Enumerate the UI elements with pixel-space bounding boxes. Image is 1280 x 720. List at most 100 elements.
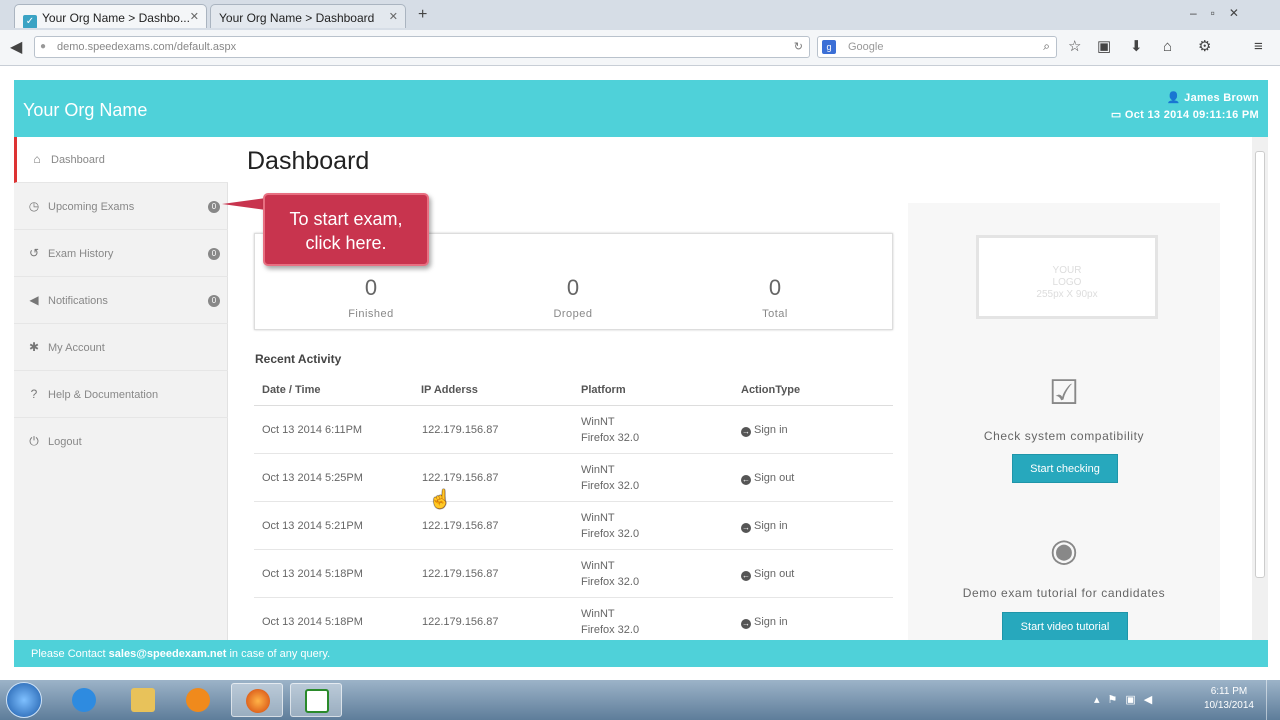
sidebar-item-label: Help & Documentation (48, 389, 159, 401)
stat-droped-label: Droped (553, 308, 593, 320)
row-action: → Sign in (741, 616, 788, 629)
page-title: Dashboard (247, 147, 370, 175)
page-scrollbar[interactable] (1252, 137, 1268, 640)
row-ip: 122.179.156.87 (422, 472, 499, 484)
bookmarks-list-icon[interactable]: ▣ (1097, 38, 1111, 56)
close-tab-icon[interactable]: ✕ (190, 10, 199, 23)
check-compatibility-text: Check system compatibility (983, 429, 1145, 443)
signin-icon: → (741, 427, 751, 437)
reload-icon[interactable]: ↻ (794, 40, 803, 53)
camtasia-icon (305, 689, 329, 713)
google-icon: g (822, 40, 836, 54)
logo-text-line: 255px X 90px (1036, 289, 1098, 300)
sidebar-item-help[interactable]: ? Help & Documentation (14, 372, 228, 418)
scrollbar-thumb[interactable] (1255, 151, 1265, 578)
row-datetime: Oct 13 2014 5:25PM (262, 472, 363, 484)
logo-text-line: YOUR (1052, 265, 1082, 276)
start-button-icon[interactable] (6, 682, 42, 718)
browser-tab-active[interactable]: ✓ Your Org Name > Dashbo... ✕ (14, 4, 207, 28)
sidebar-item-my-account[interactable]: ✱ My Account (14, 325, 228, 371)
bookmark-star-icon[interactable]: ☆ (1068, 38, 1081, 56)
sidebar-item-label: Notifications (48, 295, 108, 307)
taskbar-camtasia[interactable] (290, 683, 342, 717)
row-os: WinNT (581, 608, 615, 620)
firefox-icon (246, 689, 270, 713)
history-icon: ↺ (28, 246, 40, 260)
calendar-icon: ▭ (1110, 109, 1125, 121)
home-icon: ⌂ (33, 152, 41, 166)
sidebar-item-dashboard[interactable]: ⌂ Dashboard (14, 137, 228, 183)
media-player-icon (186, 688, 210, 712)
row-os: WinNT (581, 416, 615, 428)
footer-suffix: in case of any query. (229, 648, 331, 660)
sidebar-item-label: My Account (48, 342, 105, 354)
count-badge: 0 (208, 201, 220, 213)
footer: Please Contact sales@speedexam.net in ca… (14, 640, 1268, 667)
right-panel: YOUR LOGO 255px X 90px ☑ Check system co… (908, 203, 1220, 640)
row-platform: WinNT Firefox 32.0 (581, 462, 639, 494)
count-badge: 0 (208, 295, 220, 307)
row-action-text: Sign out (754, 568, 795, 580)
user-icon: 👤 (1166, 92, 1185, 104)
sidebar-item-upcoming-exams[interactable]: ◷ Upcoming Exams 0 (14, 184, 228, 230)
browser-tab[interactable]: Your Org Name > Dashboard ✕ (210, 4, 406, 28)
stat-droped-value: 0 (566, 275, 580, 300)
home-icon[interactable]: ⌂ (1163, 38, 1172, 56)
user-name[interactable]: 👤 James Brown (1167, 91, 1259, 104)
signin-icon: → (741, 619, 751, 629)
back-arrow-icon[interactable]: ◀ (10, 37, 22, 57)
globe-icon: ● (40, 41, 47, 52)
footer-email-link[interactable]: sales@speedexam.net (109, 648, 227, 660)
show-desktop-button[interactable] (1266, 680, 1280, 720)
row-browser: Firefox 32.0 (581, 432, 640, 444)
table-row: Oct 13 2014 5:21PM 122.179.156.87 WinNT F… (254, 502, 893, 550)
new-tab-button[interactable]: + (418, 6, 427, 24)
table-row: Oct 13 2014 5:18PM 122.179.156.87 WinNT F… (254, 550, 893, 598)
start-video-tutorial-button[interactable]: Start video tutorial (1002, 612, 1128, 640)
column-header-ip: IP Adderss (421, 384, 478, 396)
ie-icon (72, 688, 96, 712)
window-controls[interactable]: –▫✕ (1190, 6, 1253, 20)
column-header-datetime: Date / Time (262, 384, 321, 396)
download-icon[interactable]: ⬇ (1130, 38, 1143, 56)
row-action: ← Sign out (741, 568, 794, 581)
sidebar-item-label: Logout (48, 436, 82, 448)
table-row: Oct 13 2014 5:18PM 122.179.156.87 WinNT F… (254, 598, 893, 640)
taskbar-ie[interactable] (58, 683, 110, 717)
close-tab-icon[interactable]: ✕ (389, 10, 398, 23)
row-datetime: Oct 13 2014 5:21PM (262, 520, 363, 532)
sidebar-item-label: Exam History (48, 248, 114, 260)
taskbar-clock[interactable]: 6:11 PM 10/13/2014 (1204, 685, 1254, 713)
count-badge: 0 (208, 248, 220, 260)
row-browser: Firefox 32.0 (581, 576, 640, 588)
gear-icon: ✱ (28, 340, 40, 354)
checkbox-check-icon: ☑ (1048, 374, 1080, 412)
clock-time: 6:11 PM (1210, 686, 1248, 697)
column-header-platform: Platform (581, 384, 626, 396)
search-icon[interactable]: ⌕ (1043, 39, 1050, 54)
sidebar-item-logout[interactable]: ⏻ Logout (14, 419, 228, 465)
org-logo-placeholder: YOUR LOGO 255px X 90px (976, 235, 1158, 319)
org-name: Your Org Name (23, 100, 148, 120)
url-bar[interactable]: ● demo.speedexams.com/default.aspx ↻ (34, 36, 810, 58)
taskbar-explorer[interactable] (117, 683, 169, 717)
taskbar-firefox[interactable] (231, 683, 283, 717)
addon-icon[interactable]: ⚙ (1198, 38, 1211, 56)
footer-prefix: Please Contact (31, 648, 106, 660)
browser-tab-bar: ✓ Your Org Name > Dashbo... ✕ Your Org Na… (0, 0, 1280, 30)
menu-icon[interactable]: ≡ (1254, 38, 1263, 56)
start-checking-button[interactable]: Start checking (1012, 454, 1118, 483)
stat-total-label: Total (762, 308, 788, 320)
system-tray-icons[interactable]: ▴⚑▣◀ (1094, 693, 1160, 706)
search-input[interactable]: g Google ⌕ (817, 36, 1057, 58)
row-os: WinNT (581, 464, 615, 476)
header-datetime: ▭ Oct 13 2014 09:11:16 PM (1111, 108, 1259, 121)
hand-cursor-icon: ☝ (429, 489, 452, 509)
sidebar-item-exam-history[interactable]: ↺ Exam History 0 (14, 231, 228, 277)
user-name-text: James Brown (1184, 92, 1259, 104)
sidebar-item-notifications[interactable]: ◀ Notifications 0 (14, 278, 228, 324)
taskbar-media-player[interactable] (172, 683, 224, 717)
clock-date: 10/13/2014 (1203, 700, 1254, 711)
callout-line: To start exam, (289, 209, 403, 229)
row-os: WinNT (581, 512, 615, 524)
